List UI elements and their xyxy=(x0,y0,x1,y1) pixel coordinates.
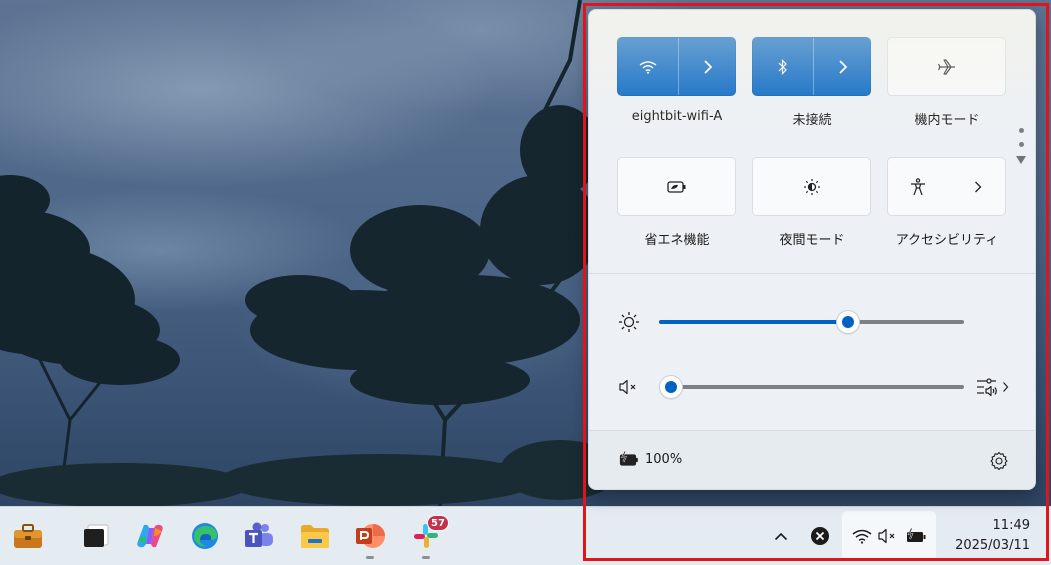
clock-time: 11:49 xyxy=(992,518,1030,533)
powerpoint-icon xyxy=(356,524,385,548)
accessibility-tile[interactable] xyxy=(887,157,1006,216)
wifi-expand-button[interactable] xyxy=(678,38,737,95)
taskbar-app-teams[interactable] xyxy=(241,518,277,554)
bluetooth-tile-label: 未接続 xyxy=(792,113,832,128)
battery-charging-icon xyxy=(906,528,925,542)
bluetooth-tile[interactable] xyxy=(752,37,871,96)
clock-date: 2025/03/11 xyxy=(955,538,1030,553)
taskbar-app-file-explorer[interactable] xyxy=(297,518,333,554)
notification-badge: 57 xyxy=(427,515,449,531)
chevron-right-icon xyxy=(704,59,713,74)
audio-output-icon xyxy=(977,378,997,397)
energy-saver-tile[interactable] xyxy=(617,157,736,216)
volume-slider-thumb[interactable] xyxy=(660,376,682,398)
airplane-icon xyxy=(937,58,955,75)
brightness-icon xyxy=(617,310,641,334)
night-light-icon xyxy=(803,178,820,195)
wifi-tile-label: eightbit-wifi-A xyxy=(631,109,723,124)
audio-output-button[interactable] xyxy=(976,374,1009,400)
gear-icon xyxy=(990,451,1008,471)
wifi-tile[interactable] xyxy=(617,37,736,96)
quick-settings-panel: eightbit-wifi-A 未接続 機内モード 省エネ機能 夜間モード アク… xyxy=(588,9,1036,490)
taskbar-app-terminal[interactable] xyxy=(78,518,114,554)
night-light-tile-label: 夜間モード xyxy=(779,233,845,248)
quick-settings-pager[interactable] xyxy=(1015,128,1027,164)
brightness-slider-thumb[interactable] xyxy=(837,311,860,333)
night-light-toggle-button[interactable] xyxy=(753,158,870,215)
chevron-right-icon xyxy=(839,59,848,74)
volume-slider[interactable] xyxy=(671,385,964,389)
file-explorer-icon xyxy=(301,525,329,548)
page-dot[interactable] xyxy=(1018,128,1024,133)
energy-saver-tile-label: 省エネ機能 xyxy=(644,233,710,248)
wifi-icon xyxy=(852,529,871,544)
bluetooth-expand-button[interactable] xyxy=(813,38,872,95)
bluetooth-toggle-button[interactable] xyxy=(753,38,813,95)
taskbar-app-edge[interactable] xyxy=(187,518,223,554)
accessibility-expand-button[interactable] xyxy=(948,158,1007,215)
taskbar-app-work[interactable] xyxy=(10,518,46,554)
page-dot[interactable] xyxy=(1018,142,1024,147)
wifi-icon xyxy=(639,60,657,74)
battery-status-button[interactable]: 100% xyxy=(619,451,682,467)
work-briefcase-icon xyxy=(14,524,42,548)
airplane-mode-toggle-button[interactable] xyxy=(888,38,1005,95)
system-tray-quick-settings-button[interactable] xyxy=(842,511,936,561)
running-indicator xyxy=(366,556,374,559)
taskbar-app-copilot[interactable] xyxy=(132,518,168,554)
quick-settings-footer: 100% xyxy=(589,431,1035,489)
terminal-icon xyxy=(84,524,109,547)
volume-muted-icon xyxy=(878,528,895,544)
battery-percentage: 100% xyxy=(645,451,683,467)
airplane-mode-tile[interactable] xyxy=(887,37,1006,96)
volume-slider-row xyxy=(589,372,1035,402)
edge-icon xyxy=(192,523,218,549)
divider xyxy=(589,273,1035,274)
energy-saver-toggle-button[interactable] xyxy=(618,158,735,215)
chevron-right-icon xyxy=(974,181,981,192)
bluetooth-icon xyxy=(778,58,787,75)
settings-button[interactable] xyxy=(987,449,1011,473)
show-hidden-icons-button[interactable] xyxy=(770,526,792,546)
brightness-slider[interactable] xyxy=(659,320,964,324)
tray-app-button[interactable] xyxy=(810,526,830,546)
battery-saver-icon xyxy=(666,180,685,193)
accessibility-tile-label: アクセシビリティ xyxy=(895,233,999,248)
chevron-up-icon xyxy=(774,532,788,540)
wifi-toggle-button[interactable] xyxy=(618,38,678,95)
taskbar-clock[interactable]: 11:49 2025/03/11 xyxy=(948,516,1030,556)
copilot-icon xyxy=(137,524,163,548)
night-light-tile[interactable] xyxy=(752,157,871,216)
brightness-slider-fill xyxy=(659,320,849,324)
accessibility-icon xyxy=(911,177,925,195)
taskbar-app-powerpoint[interactable] xyxy=(352,518,388,554)
pager-down-icon[interactable] xyxy=(1016,156,1026,164)
chevron-right-icon xyxy=(1003,382,1009,392)
running-indicator xyxy=(422,556,430,559)
airplane-mode-tile-label: 機内モード xyxy=(914,113,980,128)
teams-icon xyxy=(245,522,273,547)
battery-charging-icon xyxy=(619,451,638,466)
volume-muted-icon[interactable] xyxy=(617,375,641,399)
accessibility-toggle-button[interactable] xyxy=(888,158,948,215)
brightness-slider-row xyxy=(589,307,1035,337)
close-circle-icon xyxy=(811,527,829,545)
